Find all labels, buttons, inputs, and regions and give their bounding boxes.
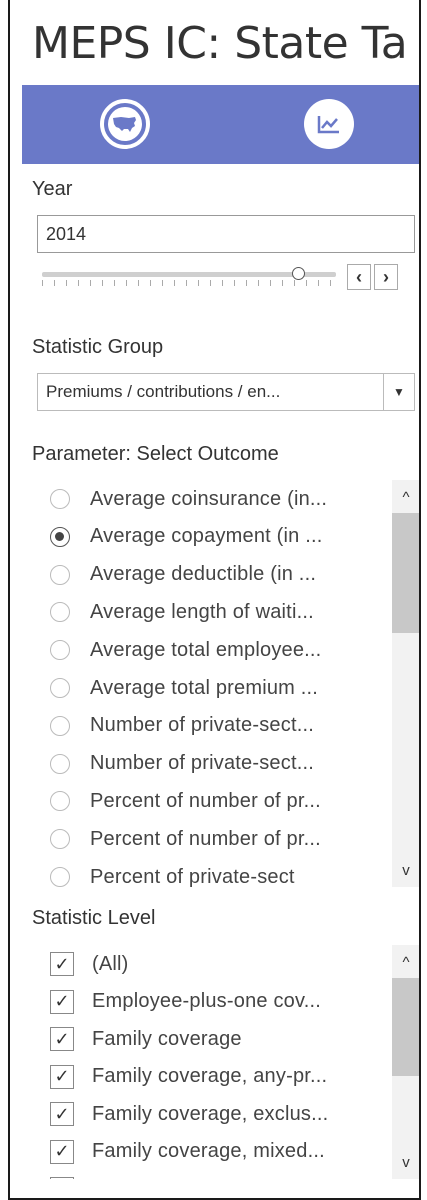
radio-button[interactable]: [50, 829, 70, 850]
checkbox[interactable]: ✓: [50, 989, 74, 1014]
level-option-label: Family coverage, mixed...: [92, 1140, 325, 1162]
checkmark-icon: ✓: [54, 1066, 70, 1086]
level-option[interactable]: ✓ Family coverage: [32, 1020, 242, 1058]
level-option[interactable]: ✓ Family coverage, any-pr...: [32, 1058, 327, 1096]
outcome-option[interactable]: Average total employee...: [32, 631, 321, 669]
outcome-option-label: Average deductible (in ...: [90, 563, 317, 586]
statistic-group-dropdown[interactable]: Premiums / contributions / en... ▼: [37, 373, 415, 411]
statistic-group-value: Premiums / contributions / en...: [46, 382, 281, 401]
outcome-option[interactable]: Average length of waiti...: [32, 593, 314, 631]
level-option-label: Family coverage, any-pr...: [92, 1065, 328, 1087]
statistic-level-label: Statistic Level: [32, 907, 156, 929]
checkbox[interactable]: ✓: [50, 1027, 74, 1051]
checkmark-icon: ✓: [54, 1103, 70, 1124]
level-option-label: Employee-plus-one cov...: [92, 990, 321, 1012]
us-map-icon: [113, 117, 136, 132]
level-option[interactable]: ✓ Family coverage, exclus...: [32, 1095, 328, 1133]
year-slider[interactable]: [42, 264, 336, 294]
scrollbar-thumb[interactable]: [392, 978, 419, 1076]
outcome-option-label: Number of private-sect...: [90, 752, 314, 775]
map-view-button[interactable]: [100, 99, 150, 149]
outcome-option-label: Average coinsurance (in...: [90, 487, 328, 510]
year-next-button[interactable]: ›: [374, 264, 398, 290]
checkbox[interactable]: ✓: [50, 1064, 74, 1089]
chevron-left-icon: ‹: [356, 266, 362, 287]
slider-thumb[interactable]: [291, 267, 305, 280]
level-checkbox-list: ✓ (All) ✓ Employee-plus-one cov... ✓ Family c…: [32, 945, 419, 1179]
outcome-option-label: Average total employee...: [90, 638, 322, 661]
radio-button[interactable]: [50, 753, 70, 774]
outcome-option[interactable]: Average copayment (in ...: [32, 518, 323, 556]
radio-selected[interactable]: [50, 526, 70, 547]
outcome-option-label: Percent of number of pr...: [90, 827, 321, 850]
radio-button[interactable]: [50, 602, 70, 623]
outcome-option[interactable]: Average total premium ...: [32, 669, 318, 707]
level-option[interactable]: ✓: [32, 1170, 92, 1179]
scrollbar-thumb[interactable]: [392, 513, 419, 633]
outcome-label: Parameter: Select Outcome: [32, 443, 279, 465]
outcome-option[interactable]: Average deductible (in ...: [32, 556, 316, 594]
checkmark-icon: ✓: [54, 1028, 70, 1049]
scroll-down-icon[interactable]: v: [392, 1147, 419, 1177]
level-option-label: (All): [92, 952, 129, 975]
trend-chart-icon: [317, 116, 339, 134]
outcome-radio-list: Average coinsurance (in... Average copaym…: [32, 480, 419, 887]
checkmark-icon: ✓: [54, 1179, 69, 1180]
level-option[interactable]: ✓ Family coverage, mixed...: [32, 1133, 325, 1171]
checkbox[interactable]: ✓: [50, 1102, 74, 1126]
dashboard-panel: MEPS IC: State Ta Year 2014 ‹ › Statisti…: [8, 0, 421, 1200]
radio-button[interactable]: [50, 640, 70, 661]
outcome-option[interactable]: Number of private-sect...: [32, 707, 314, 745]
outcome-option[interactable]: Percent of number of pr...: [32, 782, 321, 820]
scroll-down-icon[interactable]: v: [392, 855, 419, 885]
radio-button[interactable]: [50, 489, 70, 509]
level-option-label: Family coverage, exclus...: [92, 1102, 329, 1125]
level-option-label: Family coverage: [92, 1027, 242, 1050]
checkmark-icon: ✓: [54, 953, 70, 974]
radio-button[interactable]: [50, 867, 70, 887]
outcome-option[interactable]: Percent of number of pr...: [32, 820, 321, 858]
outcome-option-label: Number of private-sect...: [90, 714, 314, 737]
level-scrollbar[interactable]: ^ v: [392, 945, 419, 1179]
page-title: MEPS IC: State Ta: [32, 18, 408, 69]
year-prev-button[interactable]: ‹: [347, 264, 371, 290]
outcome-option-label: Average length of waiti...: [90, 600, 314, 623]
radio-button[interactable]: [50, 791, 70, 812]
checkbox[interactable]: ✓: [50, 952, 74, 976]
level-option[interactable]: ✓ (All): [32, 945, 129, 983]
outcome-option-label: Percent of private-sect: [90, 865, 295, 888]
dropdown-arrow-icon[interactable]: ▼: [383, 374, 414, 410]
scroll-up-icon[interactable]: ^: [392, 482, 419, 512]
scroll-up-icon[interactable]: ^: [392, 947, 419, 977]
year-input[interactable]: 2014: [37, 215, 415, 253]
outcome-option[interactable]: Number of private-sect...: [32, 745, 314, 783]
year-label: Year: [32, 178, 73, 200]
radio-button[interactable]: [50, 678, 70, 698]
slider-ticks: [42, 280, 336, 286]
checkmark-icon: ✓: [54, 991, 70, 1011]
outcome-scrollbar[interactable]: ^ v: [392, 480, 419, 887]
statistic-group-label: Statistic Group: [32, 336, 164, 358]
outcome-option-label: Average copayment (in ...: [90, 525, 323, 548]
outcome-option-label: Percent of number of pr...: [90, 789, 321, 812]
checkbox[interactable]: ✓: [50, 1139, 74, 1164]
chevron-right-icon: ›: [383, 266, 389, 287]
outcome-option[interactable]: Average coinsurance (in...: [32, 480, 327, 518]
radio-button[interactable]: [50, 715, 70, 736]
checkmark-icon: ✓: [54, 1141, 70, 1161]
trend-view-button[interactable]: [304, 99, 354, 149]
level-option[interactable]: ✓ Employee-plus-one cov...: [32, 983, 321, 1021]
outcome-option-label: Average total premium ...: [90, 676, 319, 699]
nav-bar: [22, 85, 419, 164]
checkbox[interactable]: ✓: [50, 1177, 74, 1179]
radio-button[interactable]: [50, 564, 70, 585]
outcome-option[interactable]: Percent of private-sect: [32, 858, 295, 887]
